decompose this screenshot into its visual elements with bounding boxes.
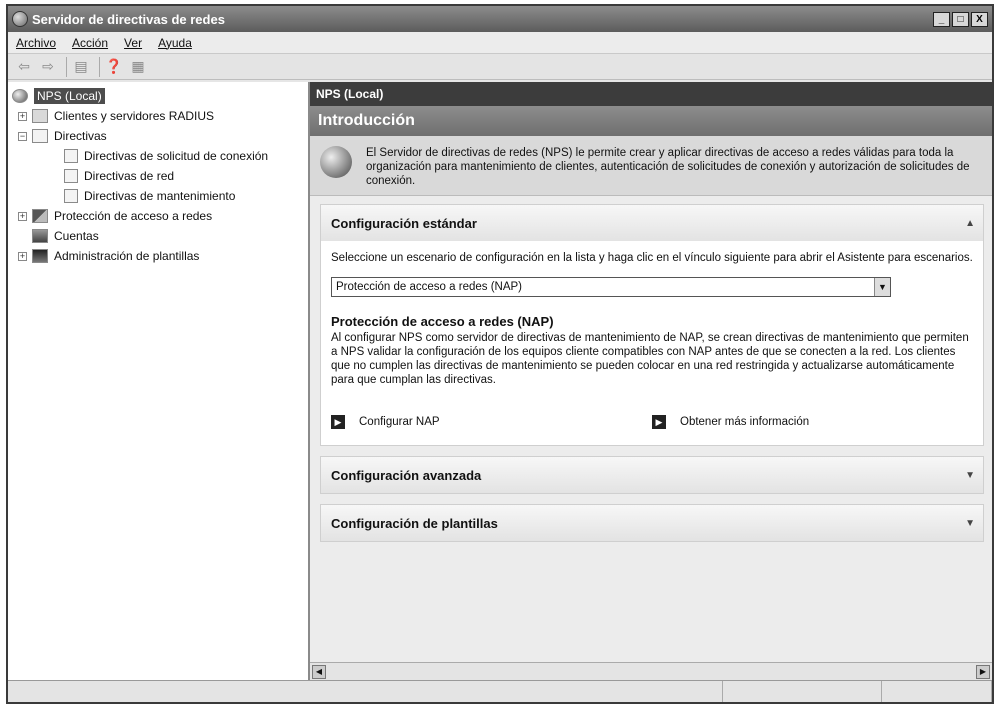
tree-label: NPS (Local) (34, 88, 105, 104)
minimize-button[interactable]: _ (933, 11, 950, 27)
tree-item-cuentas[interactable]: Cuentas (8, 226, 308, 246)
standard-config-header[interactable]: Configuración estándar ▲ (321, 205, 983, 241)
config-area: Configuración estándar ▲ Seleccione un e… (310, 196, 992, 662)
nps-globe-icon (320, 146, 352, 178)
policy-document-icon (32, 129, 48, 143)
menu-ver[interactable]: Ver (124, 36, 142, 50)
app-window: Servidor de directivas de redes _ □ X Ar… (6, 4, 994, 704)
action-links: ▶ Configurar NAP ▶ Obtener más informaci… (331, 415, 973, 429)
scroll-left-icon[interactable]: ◀ (312, 664, 326, 679)
tree-label: Directivas de red (84, 169, 175, 183)
tree-label: Administración de plantillas (54, 249, 200, 263)
expand-icon[interactable]: + (18, 111, 27, 121)
nap-heading: Protección de acceso a redes (NAP) (331, 314, 554, 329)
tree-label: Directivas (54, 129, 107, 143)
policy-page-icon (64, 149, 78, 163)
arrow-right-icon: ▶ (652, 415, 666, 429)
toolbar-separator (66, 56, 67, 77)
collapse-icon[interactable]: − (18, 131, 27, 141)
expand-icon[interactable]: + (18, 251, 27, 261)
main-content: NPS (Local) + Clientes y servidores RADI… (8, 82, 992, 680)
folder-icon (32, 109, 48, 123)
expand-icon[interactable]: + (18, 211, 27, 221)
console-tree: NPS (Local) + Clientes y servidores RADI… (8, 82, 310, 680)
back-arrow-icon[interactable]: ⇦ (14, 57, 34, 77)
toolbar: ⇦ ⇨ ▤ ❓ ▦ (8, 54, 992, 80)
status-bar (8, 680, 992, 702)
status-cell (8, 681, 723, 702)
tree-label: Cuentas (54, 229, 99, 243)
arrow-right-icon: ▶ (331, 415, 345, 429)
tree-label: Directivas de solicitud de conexión (84, 149, 269, 163)
intro-title: Introducción (310, 106, 992, 136)
standard-config-section: Configuración estándar ▲ Seleccione un e… (320, 204, 984, 446)
tree-label: Directivas de mantenimiento (84, 189, 236, 203)
window-controls: _ □ X (933, 11, 988, 27)
advanced-config-header[interactable]: Configuración avanzada ▼ (321, 457, 983, 493)
scroll-right-icon[interactable]: ▶ (976, 664, 990, 679)
more-info-link[interactable]: ▶ Obtener más información (652, 415, 973, 429)
tree-item-health-policies[interactable]: Directivas de mantenimiento (8, 186, 308, 206)
section-title: Configuración estándar (331, 215, 477, 231)
section-title: Configuración de plantillas (331, 515, 498, 531)
pane-header: NPS (Local) (310, 82, 992, 106)
tree-item-network-policies[interactable]: Directivas de red (8, 166, 308, 186)
intro-panel: El Servidor de directivas de redes (NPS)… (310, 136, 992, 196)
instructions-text: Seleccione un escenario de configuración… (331, 252, 973, 264)
show-action-pane-icon[interactable]: ▦ (128, 57, 148, 77)
standard-config-body: Seleccione un escenario de configuración… (321, 241, 983, 445)
tree-label: Protección de acceso a redes (54, 209, 213, 223)
menu-ayuda[interactable]: Ayuda (158, 36, 192, 50)
show-hide-console-tree-icon[interactable]: ▤ (71, 57, 91, 77)
tree-item-connection-request-policies[interactable]: Directivas de solicitud de conexión (8, 146, 308, 166)
tree-item-templates[interactable]: + Administración de plantillas (8, 246, 308, 266)
template-config-section: Configuración de plantillas ▼ (320, 504, 984, 542)
menu-bar: Archivo Acción Ver Ayuda (8, 32, 992, 54)
help-icon[interactable]: ❓ (104, 57, 124, 77)
tree-item-radius[interactable]: + Clientes y servidores RADIUS (8, 106, 308, 126)
dropdown-value: Protección de acceso a redes (NAP) (336, 281, 523, 293)
toolbar-separator (99, 56, 100, 77)
details-pane: NPS (Local) Introducción El Servidor de … (310, 82, 992, 680)
status-cell (882, 681, 992, 702)
tree-label: Clientes y servidores RADIUS (54, 109, 215, 123)
policy-page-icon (64, 189, 78, 203)
maximize-button[interactable]: □ (952, 11, 969, 27)
intro-text: El Servidor de directivas de redes (NPS)… (366, 147, 970, 187)
network-access-icon (32, 209, 48, 223)
expand-chevron-icon[interactable]: ▼ (965, 518, 975, 529)
status-cell (723, 681, 883, 702)
tree-item-nps-local[interactable]: NPS (Local) (8, 86, 308, 106)
section-title: Configuración avanzada (331, 467, 482, 483)
tree-item-nap[interactable]: + Protección de acceso a redes (8, 206, 308, 226)
collapse-chevron-icon[interactable]: ▲ (965, 218, 975, 229)
configure-nap-link[interactable]: ▶ Configurar NAP (331, 415, 652, 429)
nps-app-icon (12, 11, 28, 27)
chevron-down-icon[interactable]: ▼ (874, 278, 890, 296)
scenario-dropdown[interactable]: Protección de acceso a redes (NAP) ▼ (331, 277, 891, 297)
close-button[interactable]: X (971, 11, 988, 27)
accounting-icon (32, 229, 48, 243)
tree-item-directivas[interactable]: − Directivas (8, 126, 308, 146)
title-bar: Servidor de directivas de redes _ □ X (8, 6, 992, 32)
forward-arrow-icon[interactable]: ⇨ (38, 57, 58, 77)
window-title: Servidor de directivas de redes (32, 11, 225, 27)
link-label: Configurar NAP (359, 416, 440, 428)
expand-chevron-icon[interactable]: ▼ (965, 470, 975, 481)
server-globe-icon (12, 89, 28, 103)
nap-description: Al configurar NPS como servidor de direc… (331, 332, 969, 386)
template-management-icon (32, 249, 48, 263)
policy-page-icon (64, 169, 78, 183)
advanced-config-section: Configuración avanzada ▼ (320, 456, 984, 494)
link-label: Obtener más información (680, 416, 810, 428)
menu-archivo[interactable]: Archivo (16, 36, 56, 50)
horizontal-scrollbar[interactable]: ◀ ▶ (310, 662, 992, 680)
template-config-header[interactable]: Configuración de plantillas ▼ (321, 505, 983, 541)
menu-accion[interactable]: Acción (72, 36, 108, 50)
